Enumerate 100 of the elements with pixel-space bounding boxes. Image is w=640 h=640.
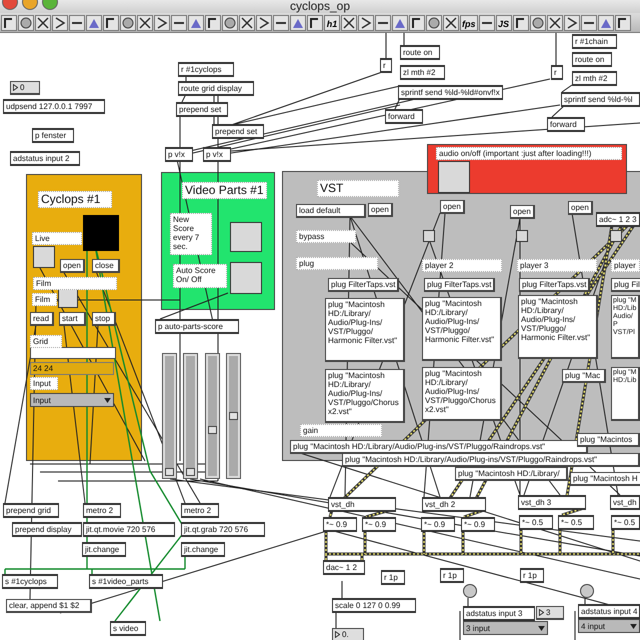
message-box[interactable]: plug Fil: [611, 278, 640, 292]
message-box[interactable]: plug "Macintosh H: [570, 472, 640, 486]
number-box[interactable]: 3: [536, 606, 564, 620]
object-box: adstatus input 4: [578, 604, 640, 619]
comment-label: bypass: [296, 230, 356, 243]
toolbar-tool[interactable]: fps: [460, 14, 478, 30]
object-box: vst_dh 3: [518, 495, 586, 510]
message-box[interactable]: open: [568, 201, 593, 215]
tool-icon[interactable]: [409, 14, 425, 30]
tool-icon[interactable]: [222, 14, 238, 30]
message-box[interactable]: plug "Macintosh HD:/Library/ Audio/Plug-Ins/ VST/Pluggo/Chorus x2.vst": [325, 369, 405, 423]
tool-icon[interactable]: [358, 14, 374, 30]
slider-thumb[interactable]: [208, 426, 217, 434]
comment-label: Video Parts #1: [182, 182, 266, 199]
tool-icon[interactable]: [205, 14, 221, 30]
caret-icon: [104, 398, 111, 402]
tool-icon[interactable]: [273, 14, 289, 30]
object-box: s #1cyclops: [2, 574, 58, 589]
tool-icon[interactable]: [530, 14, 546, 30]
caret-icon: [538, 626, 545, 630]
message-box[interactable]: open: [368, 203, 393, 217]
object-box: vst_dh: [610, 495, 640, 510]
tool-icon[interactable]: [546, 14, 562, 30]
object-box: prepend display: [12, 522, 82, 537]
tool-icon[interactable]: [426, 14, 442, 30]
message-box[interactable]: open: [60, 259, 85, 273]
tool-icon[interactable]: [256, 14, 272, 30]
vertical-slider[interactable]: [205, 353, 220, 479]
slider-thumb[interactable]: [229, 412, 238, 420]
message-box[interactable]: plug "Macintosh HD:/Library/ Audio/Plug-Ins/ VST/Pluggo/Chorus x2.vst": [422, 367, 502, 421]
toggle-box[interactable]: [610, 230, 622, 242]
message-box[interactable]: plug "Macintosh HD:/Library/ Audio/Plug-Ins/ VST/Pluggo/ Harmonic Filter.vst": [518, 295, 598, 359]
dropdown-menu[interactable]: 3 input: [463, 621, 548, 635]
message-box[interactable]: plug "Macintos: [577, 433, 640, 447]
vertical-slider[interactable]: [162, 353, 177, 479]
tool-icon[interactable]: [103, 14, 119, 30]
tool-icon[interactable]: [1, 14, 17, 30]
object-box: sprintf send %ld-%l: [561, 92, 640, 107]
message-box[interactable]: stop: [92, 312, 116, 326]
message-box[interactable]: plug "Macintosh HD:/Library/ Audio/Plug-Ins/ VST/Pluggo/ Harmonic Filter.vst": [325, 298, 405, 362]
tool-icon[interactable]: [614, 14, 630, 30]
tool-icon[interactable]: [18, 14, 34, 30]
message-box[interactable]: plug "Macintosh HD:/Library/: [455, 467, 568, 481]
tool-icon[interactable]: [341, 14, 357, 30]
triangle-icon: [335, 631, 340, 638]
bang-button[interactable]: [230, 262, 262, 294]
vertical-slider[interactable]: [226, 353, 241, 479]
object-box: prepend grid: [3, 503, 59, 518]
bang-button[interactable]: [33, 246, 55, 268]
tool-icon[interactable]: [478, 14, 494, 30]
message-box[interactable]: read: [30, 312, 54, 326]
message-box[interactable]: open: [510, 205, 535, 219]
bang-button[interactable]: [438, 161, 470, 193]
tool-icon[interactable]: [35, 14, 51, 30]
tool-icon[interactable]: [120, 14, 136, 30]
message-box[interactable]: start: [59, 312, 86, 326]
message-box[interactable]: plug FilterTaps.vst: [519, 278, 590, 292]
message-box[interactable]: plug FilterTaps.vst: [328, 278, 400, 292]
toggle-box[interactable]: [516, 230, 528, 242]
slider-thumb[interactable]: [165, 468, 174, 476]
round-button[interactable]: [580, 584, 594, 598]
tool-icon[interactable]: [154, 14, 170, 30]
tool-icon[interactable]: [443, 14, 459, 30]
bang-button[interactable]: [58, 289, 78, 308]
dropdown-menu[interactable]: 4 input: [578, 619, 640, 633]
comment-label: New Score every 7 sec.: [170, 213, 212, 255]
message-box[interactable]: plug "Macintosh HD:/Library/Audio/Plug-ins/VST/Pluggo/Raindrops.vst": [342, 453, 640, 467]
comment-label: Grid: [30, 335, 62, 348]
dropdown-menu[interactable]: Input: [30, 393, 114, 407]
message-box[interactable]: close: [92, 259, 120, 273]
tool-icon[interactable]: [564, 14, 580, 30]
tool-icon[interactable]: [307, 14, 323, 30]
object-box: r 1p: [381, 570, 405, 585]
number-box[interactable]: 0: [10, 81, 40, 95]
tool-icon[interactable]: [52, 14, 68, 30]
message-box[interactable]: plug FilterTaps.vst: [424, 278, 496, 292]
number-box[interactable]: 0.: [332, 628, 364, 640]
toolbar-tool[interactable]: h1: [324, 14, 340, 30]
toolbar-tool[interactable]: JS: [496, 14, 512, 30]
message-box[interactable]: clear, append $1 $2: [6, 599, 92, 613]
tool-icon[interactable]: [171, 14, 187, 30]
tool-icon[interactable]: [375, 14, 391, 30]
object-box: r #1cyclops: [178, 62, 234, 77]
tool-icon[interactable]: [69, 14, 85, 30]
toggle-box[interactable]: [423, 230, 435, 242]
grid-field[interactable]: [30, 347, 116, 359]
tool-icon[interactable]: [512, 14, 528, 30]
bang-button[interactable]: [230, 222, 262, 252]
tool-icon[interactable]: [580, 14, 596, 30]
message-box[interactable]: load default: [296, 204, 366, 218]
message-box[interactable]: open: [440, 200, 465, 214]
message-box[interactable]: plug "Mac: [562, 369, 606, 383]
vertical-slider[interactable]: [183, 353, 198, 479]
slider-thumb[interactable]: [186, 468, 195, 476]
object-box: jit.qt.movie 720 576: [83, 522, 175, 537]
tool-icon[interactable]: [239, 14, 255, 30]
message-box[interactable]: plug "Macintosh HD:/Library/ Audio/Plug-Ins/ VST/Pluggo/ Harmonic Filter.vst": [422, 297, 502, 361]
tool-icon[interactable]: [137, 14, 153, 30]
round-button[interactable]: [463, 584, 477, 598]
comment-label: player: [611, 259, 640, 272]
